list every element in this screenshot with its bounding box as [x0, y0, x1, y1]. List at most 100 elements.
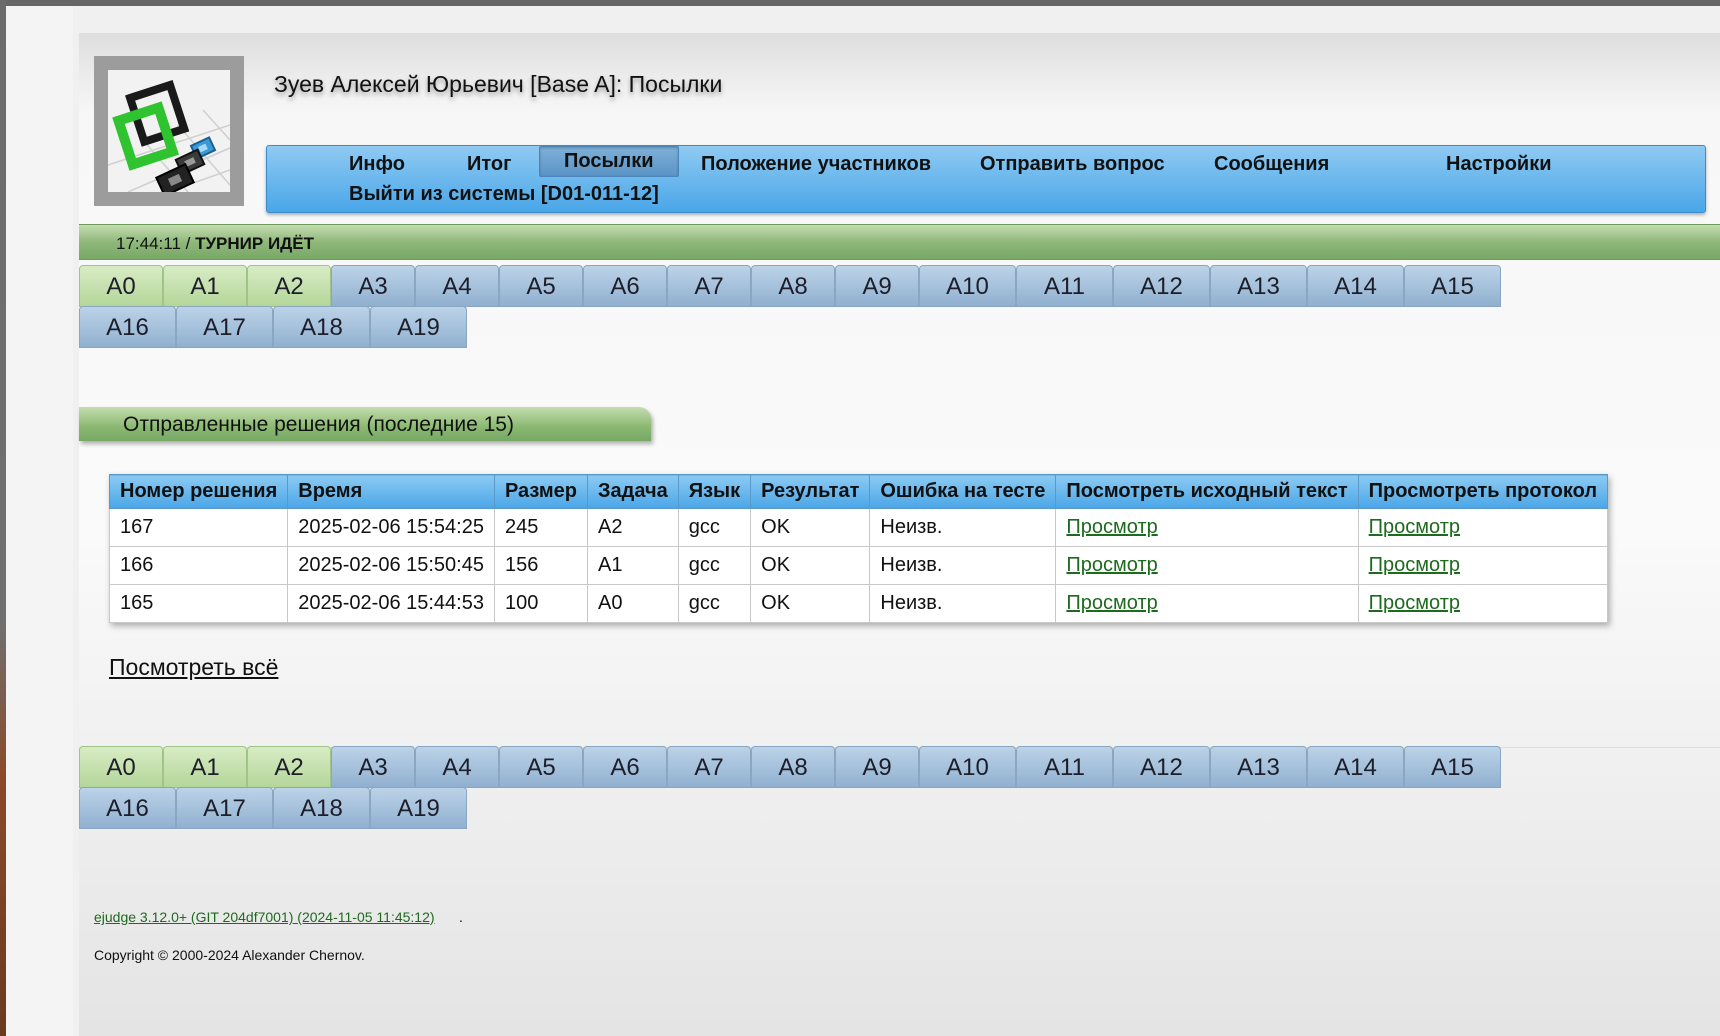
problem-tab-A17[interactable]: A17	[176, 787, 273, 829]
problem-tab-A8[interactable]: A8	[751, 265, 835, 307]
status-bar: 17:44:11 / ТУРНИР ИДЁТ	[79, 224, 1720, 260]
problem-tab-A11[interactable]: A11	[1016, 265, 1113, 307]
problem-tab-A18[interactable]: A18	[273, 306, 370, 348]
view-source-link[interactable]: Просмотр	[1066, 516, 1157, 538]
run-id: 165	[108, 584, 289, 623]
column-header: Результат	[750, 474, 871, 509]
run-problem: A0	[587, 584, 679, 623]
menu-item-logout[interactable]: Выйти из системы [D01-011-12]	[339, 180, 669, 209]
column-header: Время	[287, 474, 495, 509]
logo-frame	[94, 56, 244, 206]
problem-tab-A19[interactable]: A19	[370, 787, 467, 829]
ejudge-version-link[interactable]: ejudge 3.12.0+ (GIT 204df7001) (2024-11-…	[94, 909, 435, 925]
problem-tab-A10[interactable]: A10	[919, 746, 1016, 788]
problem-tab-A6[interactable]: A6	[583, 746, 667, 788]
problem-tab-A12[interactable]: A12	[1113, 265, 1210, 307]
run-size: 156	[493, 546, 589, 585]
problem-tab-A5[interactable]: A5	[499, 746, 583, 788]
ejudge-page: Зуев Алексей Юрьевич [Base A]: Посылки И…	[79, 33, 1720, 1036]
problem-tab-A18[interactable]: A18	[273, 787, 370, 829]
run-id: 166	[108, 546, 289, 585]
problem-tab-A10[interactable]: A10	[919, 265, 1016, 307]
problem-tab-A11[interactable]: A11	[1016, 746, 1113, 788]
problem-tab-A9[interactable]: A9	[835, 265, 919, 307]
report-cell: Просмотр	[1357, 508, 1609, 547]
view-report-link[interactable]: Просмотр	[1369, 554, 1460, 576]
problem-tab-A6[interactable]: A6	[583, 265, 667, 307]
page-title: Зуев Алексей Юрьевич [Base A]: Посылки	[274, 71, 723, 97]
problem-tab-A5[interactable]: A5	[499, 265, 583, 307]
problem-tab-A15[interactable]: A15	[1404, 265, 1501, 307]
problem-tab-A13[interactable]: A13	[1210, 265, 1307, 307]
menu-item-standings[interactable]: Положение участников	[691, 150, 941, 179]
problem-tab-A1[interactable]: A1	[163, 265, 247, 307]
problem-tab-A2[interactable]: A2	[247, 746, 331, 788]
run-time: 2025-02-06 15:44:53	[287, 584, 495, 623]
run-problem: A1	[587, 546, 679, 585]
view-source-link[interactable]: Просмотр	[1066, 554, 1157, 576]
run-id: 167	[108, 508, 289, 547]
section-header: Отправленные решения (последние 15)	[79, 407, 651, 441]
run-failed-test: Неизв.	[869, 546, 1057, 585]
column-header: Номер решения	[108, 474, 289, 509]
run-result: OK	[750, 546, 871, 585]
problem-tab-A15[interactable]: A15	[1404, 746, 1501, 788]
table-row: 166 2025-02-06 15:50:45 156 A1 gcc OK Не…	[108, 546, 1609, 585]
problem-tab-A9[interactable]: A9	[835, 746, 919, 788]
source-cell: Просмотр	[1055, 508, 1359, 547]
run-language: gcc	[677, 546, 752, 585]
menu-item-messages[interactable]: Сообщения	[1204, 150, 1339, 179]
problem-tab-A14[interactable]: A14	[1307, 746, 1404, 788]
run-failed-test: Неизв.	[869, 584, 1057, 623]
report-cell: Просмотр	[1357, 546, 1609, 585]
problem-tab-A12[interactable]: A12	[1113, 746, 1210, 788]
problem-tab-A7[interactable]: A7	[667, 265, 751, 307]
problem-tab-A13[interactable]: A13	[1210, 746, 1307, 788]
problem-tab-A2[interactable]: A2	[247, 265, 331, 307]
problem-tab-A16[interactable]: A16	[79, 787, 176, 829]
problem-tab-A3[interactable]: A3	[331, 746, 415, 788]
problem-tab-A4[interactable]: A4	[415, 746, 499, 788]
run-size: 100	[493, 584, 589, 623]
view-report-link[interactable]: Просмотр	[1369, 592, 1460, 614]
problem-tab-A0[interactable]: A0	[79, 746, 163, 788]
problem-tab-A1[interactable]: A1	[163, 746, 247, 788]
view-source-link[interactable]: Просмотр	[1066, 592, 1157, 614]
ejudge-logo	[108, 70, 230, 192]
status-text: 17:44:11 / ТУРНИР ИДЁТ	[116, 234, 314, 254]
problem-tab-A19[interactable]: A19	[370, 306, 467, 348]
run-problem: A2	[587, 508, 679, 547]
problem-tab-A17[interactable]: A17	[176, 306, 273, 348]
problem-tab-A7[interactable]: A7	[667, 746, 751, 788]
problem-tab-A8[interactable]: A8	[751, 746, 835, 788]
view-report-link[interactable]: Просмотр	[1369, 516, 1460, 538]
source-cell: Просмотр	[1055, 584, 1359, 623]
problem-tab-A14[interactable]: A14	[1307, 265, 1404, 307]
report-cell: Просмотр	[1357, 584, 1609, 623]
source-cell: Просмотр	[1055, 546, 1359, 585]
menu-item-settings[interactable]: Настройки	[1436, 150, 1562, 179]
section-title: Отправленные решения (последние 15)	[123, 413, 514, 436]
problem-tab-A3[interactable]: A3	[331, 265, 415, 307]
problem-tab-A4[interactable]: A4	[415, 265, 499, 307]
column-header: Ошибка на тесте	[869, 474, 1057, 509]
column-header: Задача	[587, 474, 679, 509]
column-header: Язык	[677, 474, 752, 509]
main-menu: Инфо Итог Посылки Положение участников О…	[266, 145, 1706, 213]
problem-tab-A16[interactable]: A16	[79, 306, 176, 348]
menu-item-info[interactable]: Инфо	[339, 150, 415, 179]
run-time: 2025-02-06 15:54:25	[287, 508, 495, 547]
column-header: Посмотреть исходный текст	[1055, 474, 1359, 509]
menu-item-ask-question[interactable]: Отправить вопрос	[970, 150, 1175, 179]
window-margin	[6, 6, 73, 1036]
menu-item-summary[interactable]: Итог	[457, 150, 521, 179]
run-size: 245	[493, 508, 589, 547]
menu-item-runs[interactable]: Посылки	[539, 146, 679, 177]
column-header: Просмотреть протокол	[1357, 474, 1609, 509]
footer-period: .	[459, 909, 463, 925]
run-result: OK	[750, 584, 871, 623]
view-all-link[interactable]: Посмотреть всё	[109, 654, 278, 681]
problem-tab-A0[interactable]: A0	[79, 265, 163, 307]
browser-window: Зуев Алексей Юрьевич [Base A]: Посылки И…	[6, 6, 1720, 1036]
copyright-text: Copyright © 2000-2024 Alexander Chernov.	[94, 947, 365, 963]
